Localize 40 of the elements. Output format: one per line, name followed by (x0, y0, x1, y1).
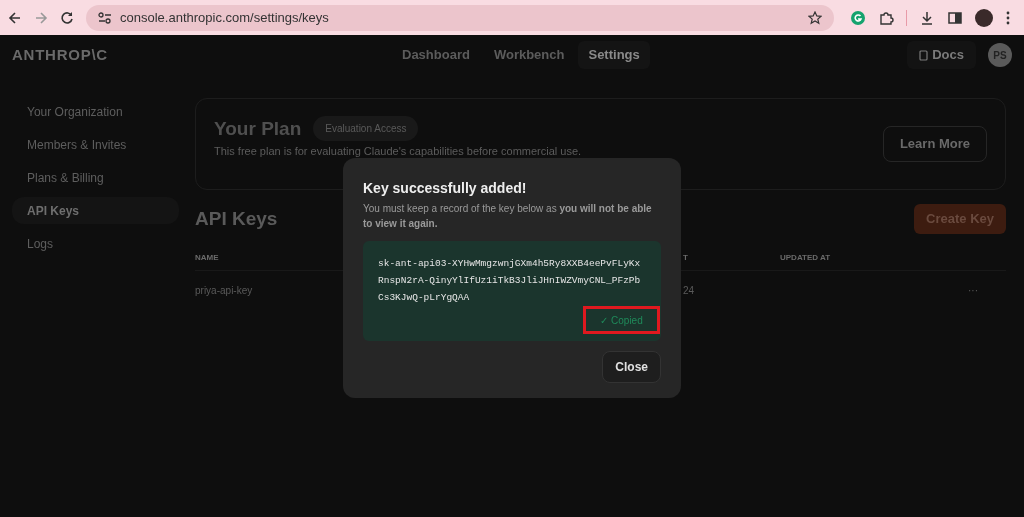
plan-description: This free plan is for evaluating Claude's capabilities before commercial use. (214, 144, 582, 159)
sidebar-item[interactable]: Members & Invites (12, 131, 179, 158)
sidebar-item[interactable]: Plans & Billing (12, 164, 179, 191)
book-icon (919, 49, 929, 61)
sidebar-item[interactable]: Your Organization (12, 98, 179, 125)
reload-icon[interactable] (60, 10, 74, 25)
docs-button[interactable]: Docs (907, 41, 976, 69)
column-header: NAME (195, 252, 219, 264)
table-cell-text: 24 (683, 284, 695, 298)
user-avatar[interactable]: PS (988, 43, 1012, 67)
modal-message: You must keep a record of the key below as you will not be able to view it again. (363, 202, 653, 231)
nav-tab[interactable]: Settings (578, 41, 650, 69)
more-icon[interactable] (1005, 9, 1011, 26)
copied-button[interactable]: ✓ Copied (583, 306, 660, 334)
site-settings-icon[interactable] (98, 11, 112, 24)
plan-badge: Evaluation Access (313, 116, 419, 142)
puzzle-icon[interactable] (878, 9, 894, 26)
close-button[interactable]: Close (602, 351, 661, 383)
learn-more-button[interactable]: Learn More (882, 126, 987, 162)
address-bar[interactable]: console.anthropic.com/settings/keys (86, 4, 834, 31)
profile-avatar[interactable] (975, 8, 993, 27)
sidebar-item[interactable]: API Keys (12, 197, 179, 224)
side-panel-icon[interactable] (947, 9, 963, 26)
download-icon[interactable] (919, 9, 935, 26)
logo: ANTHROP\C (12, 44, 109, 65)
api-key-text: sk-ant-api03-XYHwMmgzwnjGXm4h5Ry8XXB4eePvFLyKx RnspN2rA-QinyYlIfUz1iTkB3JliJHnIWZVmyCNL_PFzPb Cs3KJwQ-pLrYgQAA (378, 257, 642, 305)
section-title: API Keys (195, 206, 278, 231)
row-menu-icon[interactable]: ··· (968, 285, 978, 296)
modal-title: Key successfully added! (363, 179, 528, 198)
column-header: UPDATED AT (780, 252, 831, 264)
column-header: T (683, 252, 688, 264)
url-text: console.anthropic.com/settings/keys (120, 8, 330, 27)
back-icon[interactable] (8, 10, 22, 25)
nav-tab[interactable]: Workbench (483, 41, 575, 69)
nav-tab[interactable]: Dashboard (392, 41, 480, 69)
grammar-extension-icon[interactable] (850, 9, 866, 26)
star-icon[interactable] (808, 10, 822, 25)
sidebar-item[interactable]: Logs (12, 230, 179, 257)
plan-title: Your Plan (214, 116, 302, 141)
table-cell-text: priya-api-key (195, 284, 253, 298)
